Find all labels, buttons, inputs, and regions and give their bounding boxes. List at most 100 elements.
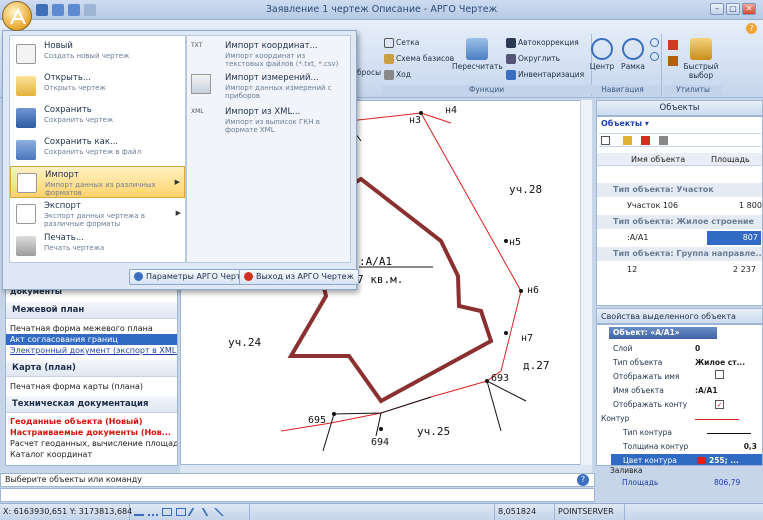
objects-panel-title: Объекты: [596, 100, 763, 116]
argo-logo-icon: [10, 8, 26, 25]
menu-new[interactable]: Новый Создать новый чертеж: [10, 38, 185, 70]
select-mode-icon[interactable]: [601, 136, 610, 145]
zoom-out-icon[interactable]: [650, 52, 659, 61]
prop-row[interactable]: Имя объекта:А/А1: [611, 384, 762, 397]
edit-icon[interactable]: [623, 136, 632, 145]
traverse-button[interactable]: Ход: [384, 70, 411, 80]
round-button[interactable]: Округлить: [506, 54, 560, 64]
group-row-parcel[interactable]: Тип объекта: Участок: [597, 183, 762, 197]
submenu-import-measurements[interactable]: Импорт измерений... Импорт данных измере…: [191, 72, 349, 108]
zoom-in-icon[interactable]: [650, 38, 659, 47]
redo-icon[interactable]: [68, 4, 80, 16]
group-row-direction[interactable]: Тип объекта: Группа направле...: [597, 247, 762, 261]
properties-panel-title: Свойства выделенного объекта: [596, 308, 763, 324]
ribbon-group-utilities: Быстрый выбор Утилиты: [664, 34, 722, 96]
custom-documents-new[interactable]: Настраиваемые документы (Нов...: [6, 427, 177, 438]
prop-row[interactable]: Тип контура: [611, 426, 762, 439]
label-n3: н3: [409, 115, 421, 126]
prop-row[interactable]: Толщина контур 0,3: [611, 440, 762, 453]
grid-button[interactable]: Сетка: [384, 38, 419, 48]
status-bar: X: 6163930,651 Y: 3173813,684 8,051824 P…: [0, 503, 763, 520]
object-row[interactable]: 12 2 237: [597, 263, 762, 277]
close-button[interactable]: ✕: [742, 3, 756, 15]
menu-left-column: Новый Создать новый чертеж Открыть... От…: [9, 35, 186, 263]
object-row-selected[interactable]: :А/А1 807: [597, 231, 762, 245]
command-input[interactable]: [0, 488, 595, 502]
prop-row[interactable]: Тип объекта Жилое ст...: [611, 356, 762, 369]
utility-icon[interactable]: [668, 40, 678, 50]
ribbon-partial-button[interactable]: бросы: [357, 68, 381, 77]
col-area[interactable]: Площадь: [711, 155, 750, 164]
prop-row[interactable]: Отображать имя: [611, 370, 762, 383]
import-icon: [17, 173, 37, 193]
menu-import[interactable]: Импорт Импорт данных из различных формат…: [10, 166, 185, 198]
canvas-vertical-scrollbar[interactable]: [580, 100, 592, 465]
object-row[interactable]: Участок 106 1 800: [597, 199, 762, 213]
snap-point-icon[interactable]: [176, 508, 186, 516]
snap-grid-icon[interactable]: [162, 508, 172, 516]
minimize-button[interactable]: –: [710, 3, 724, 15]
snap-ortho-icon[interactable]: [201, 508, 217, 516]
prop-group-contour[interactable]: Контур: [599, 412, 751, 425]
menu-open[interactable]: Открыть... Открыть чертеж: [10, 70, 185, 102]
canvas-horizontal-scrollbar[interactable]: [180, 465, 592, 473]
autocorrect-button[interactable]: Автокоррекция: [506, 38, 579, 48]
electronic-document-xml[interactable]: Электронный документ (экспорт в XML): [6, 345, 177, 356]
snap-toolbar: [130, 504, 250, 520]
application-button[interactable]: [2, 1, 32, 31]
snap-line-icon[interactable]: [134, 508, 144, 516]
objects-dropdown[interactable]: Объекты ▾: [601, 119, 649, 128]
label-n7: н7: [521, 333, 533, 344]
command-help-icon[interactable]: ?: [577, 474, 589, 486]
map-print-form[interactable]: Печатная форма карты (плана): [6, 381, 177, 392]
tools-icon[interactable]: [659, 136, 668, 145]
frame-button[interactable]: Рамка: [618, 38, 648, 71]
col-object-name[interactable]: Имя объекта: [631, 155, 685, 164]
maximize-button[interactable]: □: [726, 3, 740, 15]
contour-preview: [695, 418, 739, 420]
menu-save[interactable]: Сохранить Сохранить чертеж: [10, 102, 185, 134]
ribbon-group-navigation: Центр Рамка Навигация: [584, 34, 662, 96]
delete-icon[interactable]: [641, 136, 650, 145]
quick-select-button[interactable]: Быстрый выбор: [682, 38, 720, 80]
quick-access-menu-icon[interactable]: [84, 4, 96, 16]
snap-angle-icon[interactable]: [187, 508, 203, 516]
status-spacer: [250, 504, 495, 520]
survey-plan-print-form[interactable]: Печатная форма межевого плана: [6, 323, 177, 334]
prop-group-fill[interactable]: Заливка: [610, 466, 760, 477]
menu-print[interactable]: Печать... Печать чертежа: [10, 230, 185, 262]
menu-save-as[interactable]: Сохранить как... Сохранить чертеж в файл: [10, 134, 185, 166]
prop-row[interactable]: Отображать конту ✓: [611, 398, 762, 411]
scale-value: 8,051824: [495, 504, 555, 520]
show-name-checkbox[interactable]: [715, 370, 724, 379]
coordinates-catalog[interactable]: Каталог координат: [6, 449, 177, 460]
recalculate-button[interactable]: Пересчитать: [452, 38, 503, 71]
group-row-residential[interactable]: Тип объекта: Жилое строение: [597, 215, 762, 229]
properties-panel: Объект: «А/А1» Слой 0 Тип объекта Жилое ст…: [596, 324, 763, 466]
show-contour-checkbox[interactable]: ✓: [715, 400, 724, 409]
inventory-button[interactable]: Инвентаризация: [506, 70, 584, 80]
command-line[interactable]: Выберите объекты или команду: [0, 473, 595, 487]
cursor-coordinates: X: 6163930,651 Y: 3173813,684: [0, 504, 132, 520]
menu-export[interactable]: Экспорт Экспорт данных чертежа в различн…: [10, 198, 185, 230]
prop-row[interactable]: Слой 0: [611, 342, 762, 355]
object-geodata-new[interactable]: Геоданные объекта (Новый): [6, 416, 177, 427]
center-button[interactable]: Центр: [586, 38, 618, 71]
submenu-import-coordinates[interactable]: TXT Импорт координат... Импорт координат…: [191, 40, 349, 76]
prop-row-selected[interactable]: Цвет контура 255; ...: [611, 454, 762, 465]
boundary-agreement-act[interactable]: Акт согласования границ: [6, 334, 177, 345]
label-parcel-24: уч.24: [228, 336, 261, 349]
snap-dotted-icon[interactable]: [148, 508, 158, 516]
snap-perp-icon[interactable]: [214, 508, 232, 516]
help-icon[interactable]: ?: [746, 23, 757, 34]
paint-icon[interactable]: [668, 56, 678, 66]
txt-file-icon: TXT: [191, 42, 203, 49]
exit-button[interactable]: Выход из АРГО Чертеж: [239, 269, 359, 285]
objects-grid-header: Имя объекта Площадь: [597, 153, 762, 166]
save-quick-icon[interactable]: [36, 4, 48, 16]
geodata-calc-area[interactable]: Расчет геоданных, вычисление площади: [6, 438, 177, 449]
submenu-import-xml[interactable]: XML Импорт из XML... Импорт из выписок Г…: [191, 106, 349, 142]
undo-icon[interactable]: [52, 4, 64, 16]
basis-scheme-button[interactable]: Схема базисов: [384, 54, 454, 64]
prop-row-area[interactable]: Площадь 806,79: [622, 478, 762, 489]
